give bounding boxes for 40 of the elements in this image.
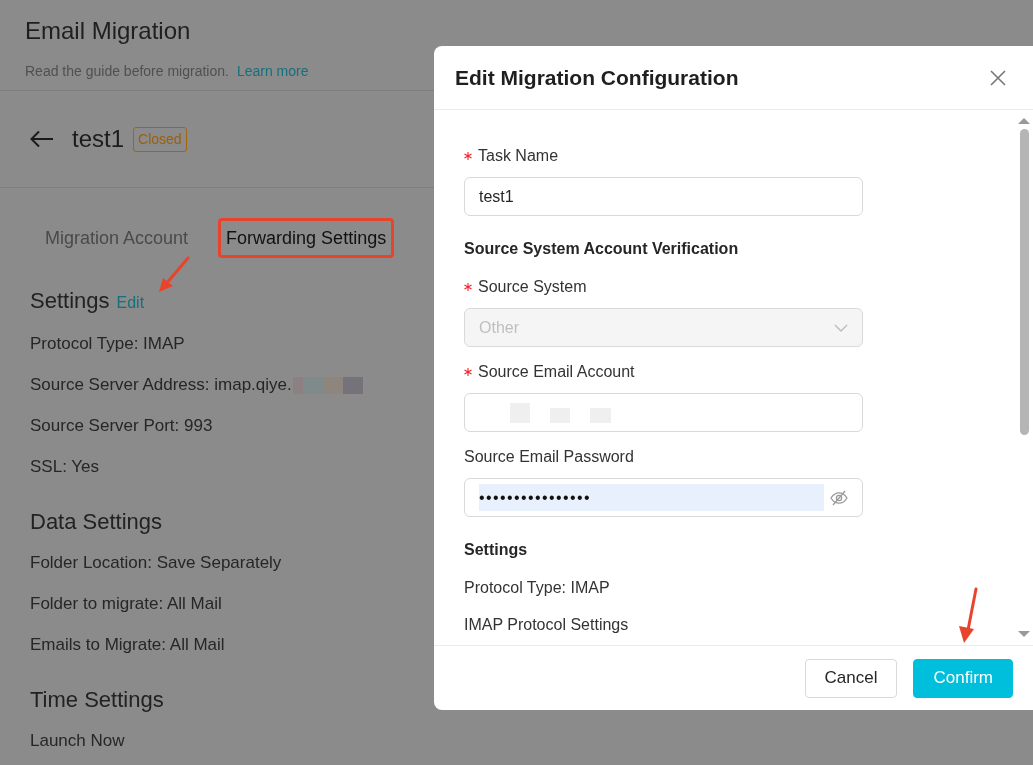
input-field[interactable] [464,393,863,432]
status-badge: Closed [133,126,187,152]
field-label: Source Email Account [478,362,635,382]
learn-more-link[interactable]: Learn more [236,61,309,81]
back-arrow-icon[interactable] [30,130,54,148]
page-title: Email Migration [25,16,191,46]
form-section-heading: Source System Account Verification [464,239,740,259]
scrollbar-thumb[interactable] [1019,129,1029,435]
setting-text: Folder to migrate: All Mail [30,593,222,615]
field-label: Source Email Password [464,447,634,467]
scroll-down-icon[interactable] [1018,631,1030,637]
input-field[interactable]: test1 [464,177,863,216]
setting-text: Launch Now [30,730,125,752]
section-title: Settings [30,287,110,315]
tab[interactable]: Forwarding Settings [218,218,395,258]
field-label: Task Name [478,146,559,166]
edit-link[interactable]: Edit [116,294,145,311]
section-title: Time Settings [30,686,164,714]
close-icon[interactable] [990,69,1006,86]
setting-text: Source Server Address: imap.qiye. [30,374,292,396]
scroll-up-icon[interactable] [1018,118,1030,124]
form-section-heading: Settings [464,540,529,560]
setting-text: Folder Location: Save Separately [30,552,282,574]
form-text: IMAP Protocol Settings [464,615,630,635]
confirm-button[interactable]: Confirm [913,658,1013,698]
setting-text: Source Server Port: 993 [30,415,213,437]
chevron-down-icon [834,323,848,332]
form-text: Protocol Type: IMAP [464,578,611,598]
setting-text: SSL: Yes [30,456,99,478]
setting-text: Protocol Type: IMAP [30,333,185,355]
dialog-title: Edit Migration Configuration [455,65,739,90]
section-title: Data Settings [30,508,163,536]
cancel-button[interactable]: Cancel [804,658,898,698]
task-name: test1 [72,125,125,153]
page-subtitle: Read the guide before migration. [25,62,229,81]
setting-text: Emails to Migrate: All Mail [30,634,225,656]
field-label: Source System [478,277,587,297]
tab[interactable]: Migration Account [37,218,197,258]
eye-slash-icon[interactable] [830,489,848,506]
password-field[interactable]: •••••••••••••••• [464,478,863,517]
